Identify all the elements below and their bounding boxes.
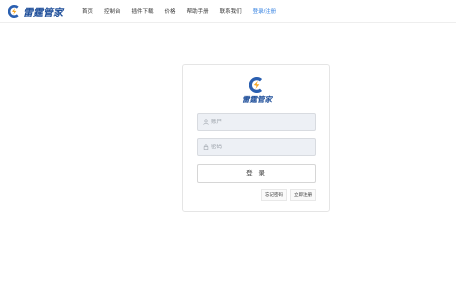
nav-login-register[interactable]: 登录/注册: [253, 7, 277, 15]
login-button[interactable]: 登 录: [197, 164, 316, 183]
main-nav: 首页 控制台 插件下载 价格 帮助手册 联系我们 登录/注册: [82, 0, 287, 22]
login-logo: 雷霆管家: [183, 77, 331, 105]
password-input[interactable]: [211, 144, 311, 150]
register-link[interactable]: 立即注册: [290, 189, 316, 201]
nav-contact-us[interactable]: 联系我们: [220, 7, 242, 15]
username-input[interactable]: [211, 119, 311, 125]
forgot-password-link[interactable]: 忘记密码: [261, 189, 287, 201]
nav-help-manual[interactable]: 帮助手册: [187, 7, 209, 15]
brand-logo[interactable]: 雷霆管家: [8, 4, 63, 19]
top-navbar: 雷霆管家 首页 控制台 插件下载 价格 帮助手册 联系我们 登录/注册: [0, 0, 456, 23]
nav-pricing[interactable]: 价格: [165, 7, 176, 15]
login-logo-text: 雷霆管家: [242, 95, 272, 104]
user-icon: [203, 119, 209, 125]
nav-plugin-download[interactable]: 插件下载: [132, 7, 154, 15]
lock-icon: [203, 144, 209, 150]
nav-console[interactable]: 控制台: [104, 7, 121, 15]
auth-links: 忘记密码 立即注册: [258, 189, 316, 201]
brand-logo-icon: [249, 77, 263, 93]
brand-name: 雷霆管家: [23, 7, 63, 19]
password-field[interactable]: [197, 138, 316, 156]
brand-logo-icon: [8, 4, 19, 18]
nav-home[interactable]: 首页: [82, 7, 93, 15]
login-card: 雷霆管家 登 录 忘记密码 立即注册: [182, 64, 330, 212]
username-field[interactable]: [197, 113, 316, 131]
